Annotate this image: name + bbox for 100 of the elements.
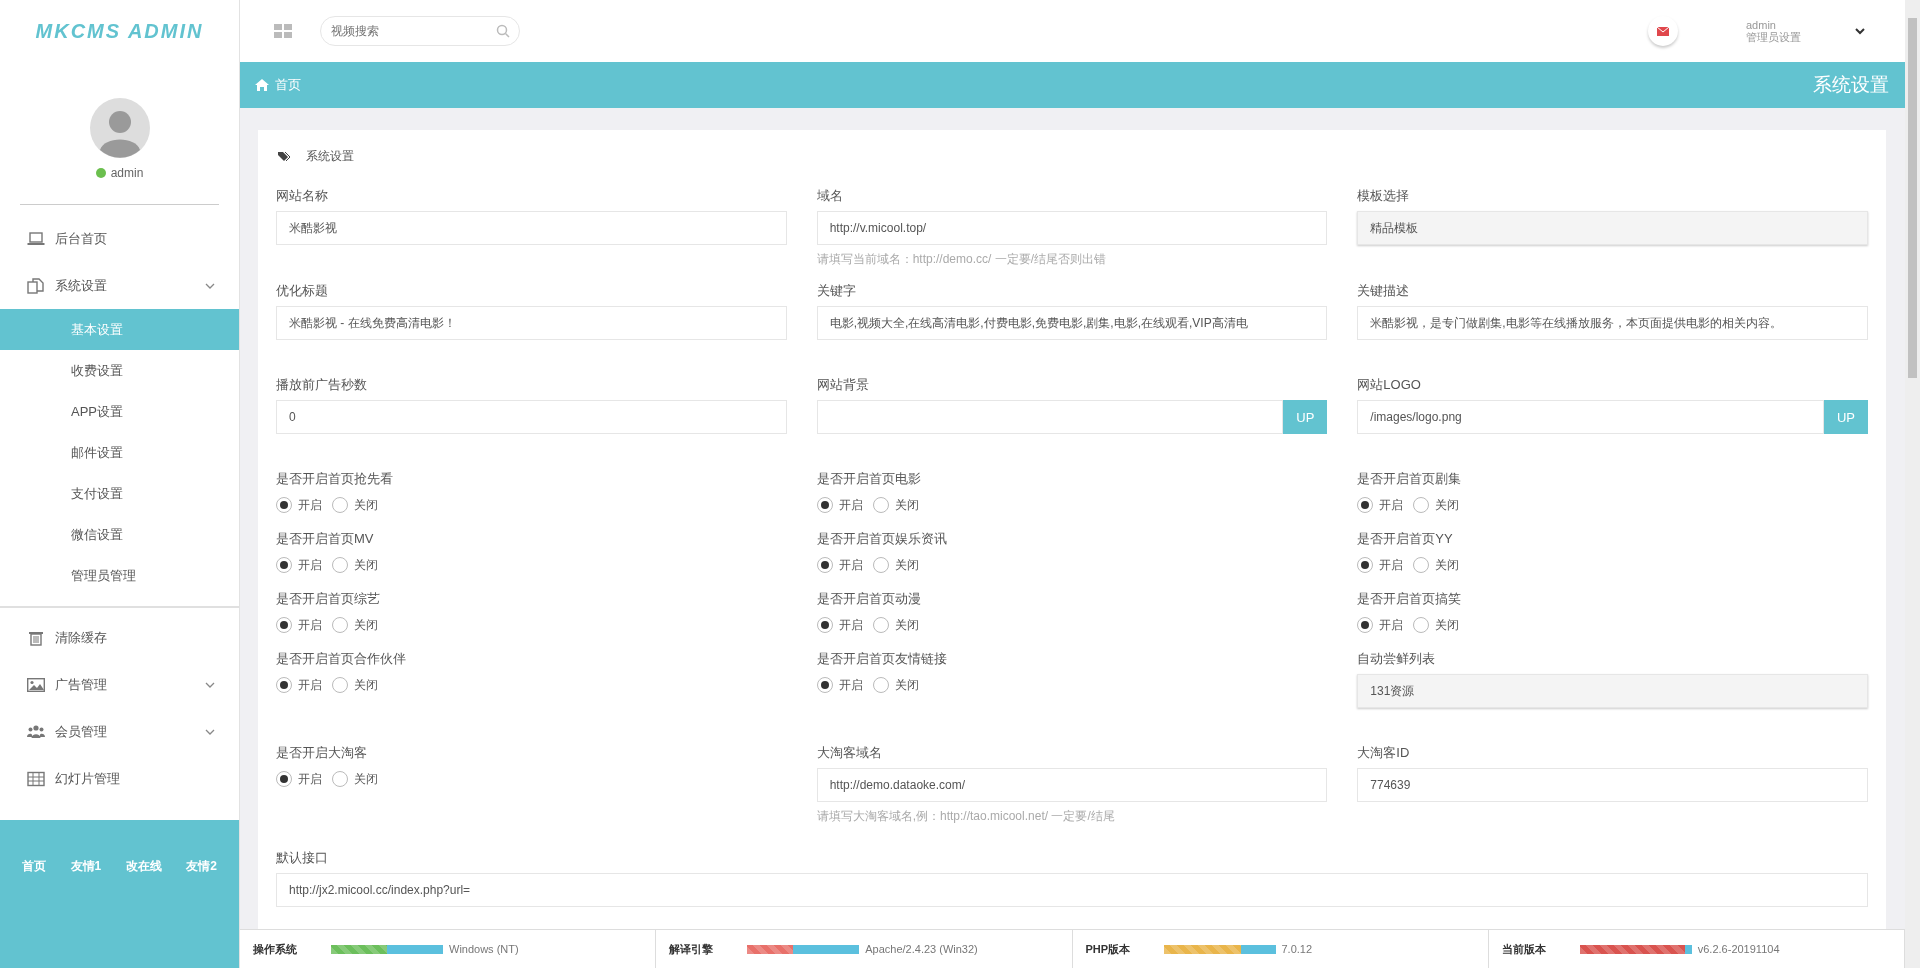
input-field[interactable]	[816, 400, 1284, 434]
radio-label: 开启	[838, 676, 863, 694]
field-label: 是否开启首页剧集	[1357, 470, 1463, 488]
radio-label: 开启	[1379, 556, 1404, 574]
home-icon	[255, 79, 269, 91]
field-label: 是否开启首页合作伙伴	[276, 650, 407, 668]
users-icon	[27, 723, 45, 740]
field-label: 大淘客ID	[1357, 744, 1411, 762]
trash-icon	[27, 629, 45, 646]
submenu-item[interactable]: 邮件设置	[0, 432, 239, 473]
input-field[interactable]: /images/logo.png	[1357, 400, 1824, 434]
field-label: 域名	[816, 187, 844, 205]
caret-down-icon[interactable]	[1855, 27, 1865, 35]
field-label: 是否开启首页YY	[1357, 530, 1454, 548]
field-label: 是否开启首页友情链接	[816, 650, 948, 668]
field-label: 网站LOGO	[1357, 376, 1422, 394]
field-label: 是否开启首页娱乐资讯	[816, 530, 948, 548]
field-label: 播放前广告秒数	[276, 376, 368, 394]
logo-text: MKCMS ADMIN	[34, 18, 205, 44]
field-label: 网站背景	[816, 376, 870, 394]
field-label: 关键字	[816, 282, 857, 300]
status-value: v6.2.6-20191104	[1697, 943, 1780, 955]
section-title: 系统设置	[306, 148, 354, 165]
input-field[interactable]: 米酷影视，是专门做剧集,电影等在线播放服务，本页面提供电影的相关内容。	[1357, 306, 1868, 340]
input-field[interactable]: 电影,视频大全,在线高清电影,付费电影,免费电影,剧集,电影,在线观看,VIP高清电	[816, 306, 1328, 340]
sidebar-item[interactable]: 广告管理	[0, 661, 239, 708]
field-label: 是否开启首页动漫	[816, 590, 922, 608]
submenu-item[interactable]: 收费设置	[0, 350, 239, 391]
caret-down-icon	[205, 728, 215, 735]
select-field[interactable]: 精品模板	[1357, 211, 1868, 245]
input-field[interactable]: http://demo.dataoke.com/	[816, 768, 1328, 802]
sidebar-item[interactable]: 后台首页	[0, 215, 239, 262]
table-icon	[27, 770, 45, 787]
radio-label: 关闭	[354, 676, 378, 694]
submenu-item[interactable]: APP设置	[0, 391, 239, 432]
radio-label: 开启	[298, 770, 322, 788]
field-hint: 请填写当前域名：http://demo.cc/ 一定要/结尾否则出错	[816, 251, 1108, 268]
input-field[interactable]: 0	[276, 400, 787, 434]
grid-icon[interactable]	[274, 23, 292, 39]
field-label: 是否开启首页电影	[816, 470, 922, 488]
radio-label: 关闭	[1435, 556, 1460, 574]
status-label: 解译引擎	[669, 941, 715, 957]
status-label: 当前版本	[1501, 941, 1547, 957]
radio-label: 关闭	[894, 616, 919, 634]
radio-label: 开启	[838, 556, 863, 574]
user-name: admin	[110, 166, 144, 180]
submenu-item[interactable]: 管理员管理	[0, 555, 239, 596]
field-label: 大淘客域名	[816, 744, 883, 762]
input-field[interactable]: 774639	[1357, 768, 1868, 802]
caret-down-icon	[205, 681, 215, 688]
radio-label: 关闭	[354, 556, 378, 574]
field-label: 是否开启首页搞笑	[1357, 590, 1463, 608]
user-role: 管理员设置	[1746, 31, 1801, 43]
field-label: 是否开启首页综艺	[276, 590, 381, 608]
select-field[interactable]: 131资源	[1357, 674, 1868, 708]
scrollbar[interactable]	[1905, 0, 1920, 968]
field-label: 自动尝鲜列表	[1357, 650, 1437, 668]
radio-label: 关闭	[894, 676, 919, 694]
input-field[interactable]: http://jx2.micool.cc/index.php?url=	[276, 873, 1868, 907]
radio-label: 开启	[1379, 496, 1404, 514]
radio-label: 关闭	[1435, 616, 1460, 634]
field-label: 是否开启首页抢先看	[276, 470, 394, 488]
field-label: 模板选择	[1357, 187, 1411, 205]
tags-icon	[278, 151, 290, 162]
field-label: 默认接口	[276, 849, 329, 867]
field-label: 是否开启大淘客	[276, 744, 368, 762]
status-label: 操作系统	[253, 941, 298, 957]
sidebar-item[interactable]: 清除缓存	[0, 614, 239, 661]
search-field[interactable]: 视频搜索	[320, 16, 520, 46]
submenu-item[interactable]: 支付设置	[0, 473, 239, 514]
input-field[interactable]: 米酷影视 - 在线免费高清电影！	[276, 306, 787, 340]
input-field[interactable]: 米酷影视	[276, 211, 787, 245]
radio-label: 关闭	[894, 496, 919, 514]
radio-label: 关闭	[354, 496, 378, 514]
input-field[interactable]: http://v.micool.top/	[816, 211, 1328, 245]
radio-label: 开启	[838, 616, 863, 634]
radio-label: 关闭	[1435, 496, 1460, 514]
radio-label: 开启	[298, 556, 322, 574]
field-label: 优化标题	[276, 282, 329, 300]
radio-label: 关闭	[894, 556, 919, 574]
radio-label: 开启	[298, 676, 322, 694]
radio-label: 开启	[298, 616, 322, 634]
field-hint: 请填写大淘客域名,例：http://tao.micool.net/ 一定要/结尾	[816, 808, 1116, 825]
radio-label: 开启	[1379, 616, 1404, 634]
status-value: Apache/2.4.23 (Win32)	[865, 943, 978, 955]
laptop-icon	[27, 230, 45, 247]
sidebar-item[interactable]: 会员管理	[0, 708, 239, 755]
sidebar-item[interactable]: 幻灯片管理	[0, 755, 239, 802]
radio-label: 开启	[298, 496, 322, 514]
mail-icon	[1657, 26, 1669, 36]
image-icon	[27, 676, 45, 693]
submenu-item[interactable]: 微信设置	[0, 514, 239, 555]
user-name: admin	[1746, 19, 1777, 31]
field-label: 关键描述	[1357, 282, 1411, 300]
search-icon[interactable]	[496, 24, 510, 38]
radio-label: 开启	[838, 496, 863, 514]
status-value: 7.0.12	[1281, 943, 1313, 955]
field-label: 网站名称	[276, 187, 329, 205]
status-value: Windows (NT)	[449, 943, 519, 955]
sidebar-item[interactable]: 系统设置	[0, 262, 239, 309]
